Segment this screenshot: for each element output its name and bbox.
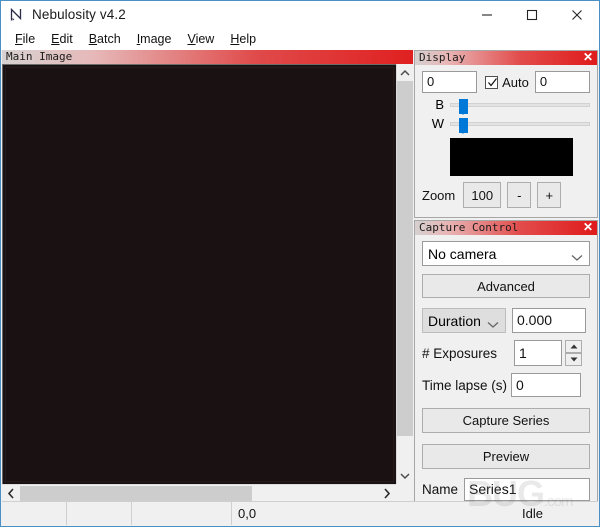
display-panel-close-icon[interactable]: ✕: [583, 51, 593, 65]
series-name-row: Name Series1: [422, 478, 590, 501]
menu-file-accel: F: [15, 32, 23, 46]
vertical-scroll-thumb[interactable]: [397, 81, 413, 436]
menu-edit-label: dit: [60, 32, 73, 46]
series-name-label: Name: [422, 482, 458, 497]
close-button[interactable]: [554, 1, 599, 28]
auto-checkbox[interactable]: [485, 76, 498, 89]
image-tab-strip: Main Image: [2, 50, 413, 64]
capture-panel-header: Capture Control ✕: [415, 221, 597, 235]
right-panel-stack: Display ✕ 0 Auto 0 B: [413, 50, 599, 502]
zoom-in-button[interactable]: +: [537, 182, 561, 208]
auto-label: Auto: [502, 75, 529, 90]
image-canvas-inner: [5, 67, 394, 482]
duration-select-value: Duration: [428, 313, 481, 329]
timelapse-input[interactable]: 0: [511, 373, 581, 397]
display-panel-header: Display ✕: [415, 51, 597, 65]
white-slider-row: W: [422, 116, 590, 131]
advanced-button[interactable]: Advanced: [422, 274, 590, 298]
menu-help[interactable]: Help: [222, 31, 264, 47]
series-name-input[interactable]: Series1: [464, 478, 590, 501]
scroll-right-icon[interactable]: [378, 485, 396, 502]
stepper-up-icon[interactable]: [565, 340, 582, 353]
zoom-value-button[interactable]: 100: [463, 182, 501, 208]
status-cell-2: [67, 502, 132, 525]
display-panel-title: Display: [415, 51, 465, 65]
status-coordinates: 0,0: [232, 502, 467, 525]
black-slider-label: B: [422, 97, 444, 112]
exposures-label: # Exposures: [422, 346, 514, 361]
menu-edit[interactable]: Edit: [43, 31, 81, 47]
duration-input[interactable]: 0.000: [512, 308, 586, 333]
capture-control-panel: Capture Control ✕ No camera Advanced Dur…: [414, 220, 598, 502]
image-viewer-pane: Main Image: [2, 50, 413, 502]
black-slider-track[interactable]: [450, 103, 590, 107]
preview-button[interactable]: Preview: [422, 444, 590, 469]
scroll-down-icon[interactable]: [397, 467, 413, 484]
status-state: Idle: [467, 502, 598, 525]
exposures-input[interactable]: 1: [514, 340, 562, 366]
white-level-input[interactable]: 0: [535, 71, 590, 93]
black-level-input[interactable]: 0: [422, 71, 477, 93]
menu-view[interactable]: View: [179, 31, 222, 47]
white-slider-label: W: [422, 116, 444, 131]
menu-bar: File Edit Batch Image View Help: [1, 28, 599, 50]
status-cell-3: [132, 502, 232, 525]
status-cell-1: [2, 502, 67, 525]
duration-select[interactable]: Duration: [422, 308, 506, 333]
zoom-out-button[interactable]: -: [507, 182, 531, 208]
display-panel: Display ✕ 0 Auto 0 B: [414, 50, 598, 218]
camera-select-value: No camera: [428, 246, 496, 262]
window-title: Nebulosity v4.2: [32, 7, 126, 22]
capture-panel-body: No camera Advanced Duration 0.000: [415, 235, 597, 508]
capture-panel-title: Capture Control: [415, 221, 518, 235]
menu-view-label: iew: [196, 32, 215, 46]
canvas-area: [2, 64, 413, 502]
menu-edit-accel: E: [51, 32, 59, 46]
menu-batch-accel: B: [89, 32, 97, 46]
black-slider-thumb[interactable]: [459, 99, 468, 114]
histogram-preview: [450, 138, 573, 176]
chevron-down-icon: [487, 316, 499, 332]
horizontal-scrollbar[interactable]: [2, 484, 396, 502]
nebulosity-logo-icon: [8, 6, 26, 24]
auto-checkbox-wrap[interactable]: Auto: [485, 75, 529, 90]
menu-view-accel: V: [187, 32, 195, 46]
white-slider-thumb[interactable]: [459, 118, 468, 133]
menu-help-label: elp: [239, 32, 256, 46]
horizontal-scroll-thumb[interactable]: [20, 486, 252, 501]
window-controls: [464, 1, 599, 28]
zoom-row: Zoom 100 - +: [422, 182, 590, 208]
image-canvas[interactable]: [2, 64, 396, 484]
capture-panel-close-icon[interactable]: ✕: [583, 221, 593, 235]
vertical-scrollbar[interactable]: [396, 64, 413, 484]
menu-batch[interactable]: Batch: [81, 31, 129, 47]
black-white-level-row: 0 Auto 0: [422, 71, 590, 93]
menu-batch-label: atch: [97, 32, 121, 46]
chevron-down-icon: [571, 249, 583, 265]
menu-file-label: ile: [23, 32, 36, 46]
exposures-stepper[interactable]: [565, 340, 582, 366]
white-slider-track[interactable]: [450, 122, 590, 126]
maximize-button[interactable]: [509, 1, 554, 28]
duration-row: Duration 0.000: [422, 308, 590, 333]
display-panel-body: 0 Auto 0 B W: [415, 65, 597, 215]
menu-image[interactable]: Image: [129, 31, 180, 47]
camera-select[interactable]: No camera: [422, 241, 590, 266]
zoom-label: Zoom: [422, 188, 455, 203]
black-slider-row: B: [422, 97, 590, 112]
timelapse-row: Time lapse (s) 0: [422, 373, 590, 397]
status-bar: 0,0 Idle: [2, 501, 598, 525]
minimize-button[interactable]: [464, 1, 509, 28]
timelapse-label: Time lapse (s): [422, 378, 507, 393]
title-bar: Nebulosity v4.2: [1, 1, 599, 28]
exposures-row: # Exposures 1: [422, 340, 590, 366]
capture-series-button[interactable]: Capture Series: [422, 408, 590, 433]
scroll-up-icon[interactable]: [397, 64, 413, 81]
stepper-down-icon[interactable]: [565, 353, 582, 366]
application-window: Nebulosity v4.2 File Edit Batch Image Vi…: [0, 0, 600, 527]
tab-main-image[interactable]: Main Image: [6, 50, 72, 64]
menu-image-label: mage: [140, 32, 171, 46]
scroll-left-icon[interactable]: [2, 485, 20, 502]
menu-file[interactable]: File: [7, 31, 43, 47]
